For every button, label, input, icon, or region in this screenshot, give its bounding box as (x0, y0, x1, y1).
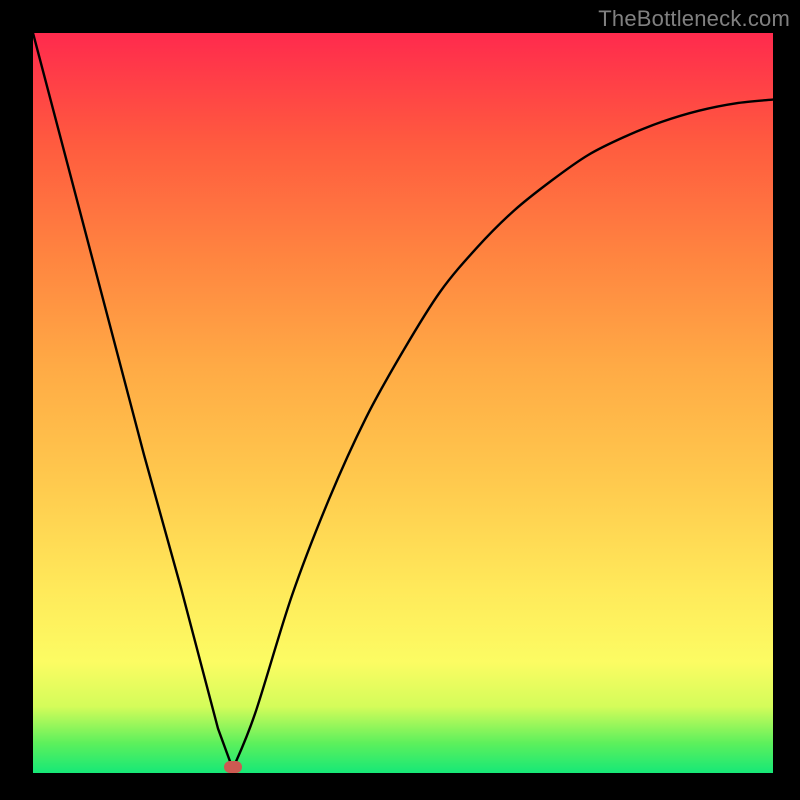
minimum-marker (224, 761, 242, 773)
bottleneck-chart: TheBottleneck.com (0, 0, 800, 800)
curve-svg (33, 33, 773, 773)
plot-area (33, 33, 773, 773)
watermark-text: TheBottleneck.com (598, 6, 790, 32)
bottleneck-curve-path (33, 33, 773, 769)
